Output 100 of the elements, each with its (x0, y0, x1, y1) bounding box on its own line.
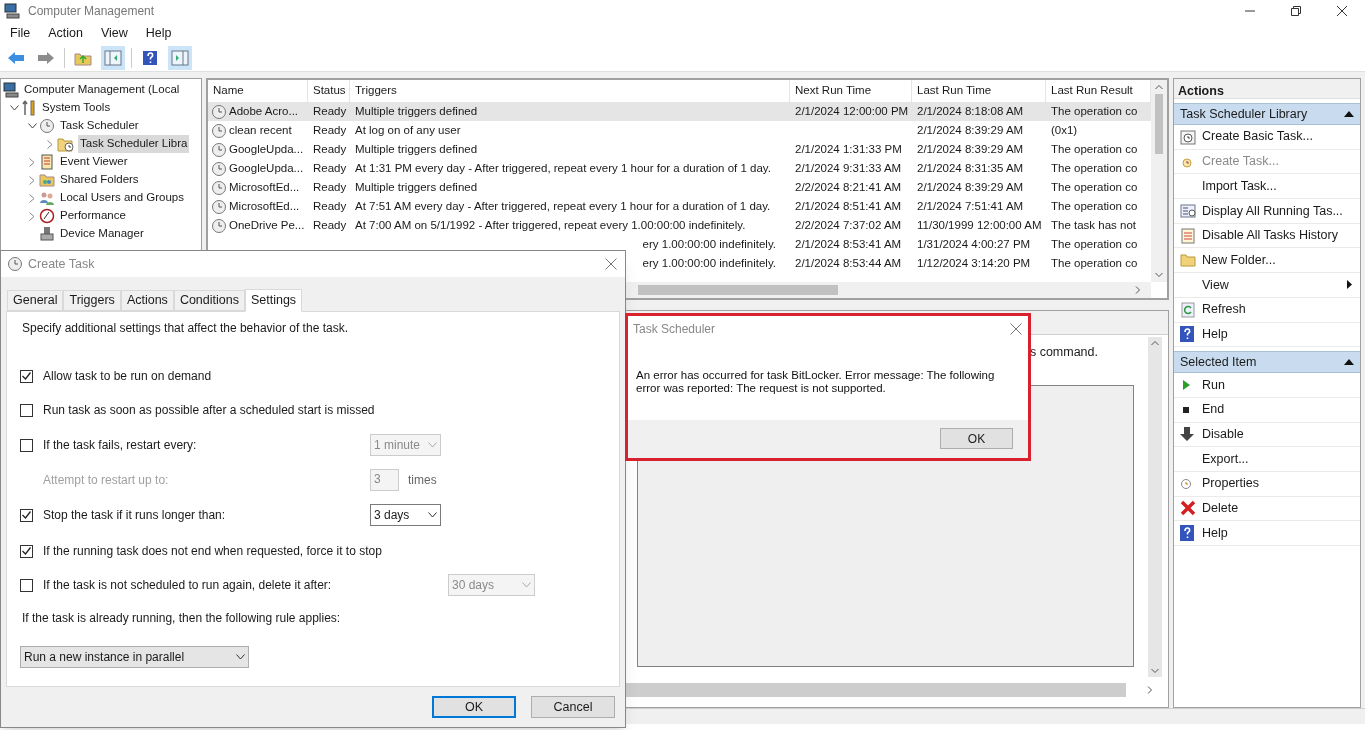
device-icon (39, 226, 55, 242)
scroll-up-icon (1151, 340, 1159, 346)
dialog-button[interactable]: OK (432, 696, 516, 718)
table-cell-text: Ready (313, 198, 347, 214)
table-row[interactable]: Adobe Acro... Ready Multiple triggers defined 2/1/2024 12:00:00 PM 2/1/2024 8:18:08 AM The operation co (208, 102, 1151, 121)
checkbox[interactable] (20, 578, 33, 592)
table-cell-text: 2/2/2024 7:37:02 AM (795, 217, 902, 233)
ok-button[interactable]: OK (940, 428, 1013, 449)
dialog-title: Task Scheduler (633, 321, 716, 338)
tree-item[interactable]: Shared Folders (58, 171, 141, 189)
task-command[interactable]: Help (1174, 521, 1360, 546)
task-command[interactable]: New Folder... (1174, 248, 1360, 274)
table-cell-text: 11/30/1999 12:00:00 AM (917, 217, 1042, 233)
tree-item[interactable]: Event Viewer (58, 153, 130, 171)
column-header[interactable]: Last Run Time (917, 82, 992, 100)
table-cell-text: Ready (313, 141, 347, 157)
table-cell-text: Multiple triggers defined (355, 141, 478, 157)
scroll-down-icon (1155, 272, 1163, 278)
menu-item[interactable]: File (4, 23, 37, 43)
checkbox-label: If the task fails, restart every: (43, 437, 198, 454)
table-cell-text: 2/1/2024 9:31:33 AM (795, 160, 902, 176)
window-title: Computer Management (28, 3, 155, 20)
tree-item[interactable]: System Tools (40, 99, 113, 117)
menu-item[interactable]: Help (139, 23, 178, 43)
info-text: s command. (1029, 344, 1098, 361)
checkbox[interactable] (20, 544, 33, 558)
tree-item[interactable]: Performance (58, 207, 128, 225)
collapsed-chevron-icon[interactable] (29, 193, 35, 203)
task-command[interactable]: Create Basic Task... (1174, 125, 1360, 150)
table-cell-text: (0x1) (1051, 122, 1078, 138)
table-cell-text: 2/1/2024 8:39:29 AM (917, 179, 1024, 195)
toolbar-button[interactable] (101, 45, 125, 70)
collapsed-chevron-icon[interactable] (29, 157, 35, 167)
task-command[interactable]: Display All Running Tas... (1174, 199, 1360, 224)
table-cell-text: OneDrive Pe... (229, 217, 305, 233)
table-cell-text: At 1:31 PM every day - After triggered, repeat every 1 hour for a duration of 1 day. (355, 160, 771, 176)
dropdown[interactable]: Run a new instance in parallel (20, 646, 249, 668)
clock-icon (211, 179, 227, 196)
column-header[interactable]: Triggers (355, 82, 397, 100)
table-cell-text: The task has not (1051, 217, 1137, 233)
expanded-chevron-icon[interactable] (27, 123, 37, 129)
table-cell-text: Adobe Acro... (229, 103, 299, 119)
task-command[interactable]: Help (1174, 322, 1360, 348)
calendar-clock-icon (1180, 128, 1196, 145)
task-command[interactable]: Refresh (1174, 297, 1360, 323)
checkbox[interactable] (20, 438, 33, 452)
task-command[interactable]: Export... (1174, 447, 1360, 472)
checkbox[interactable] (20, 508, 33, 522)
scroll-thumb[interactable] (1155, 94, 1163, 154)
collapsed-chevron-icon[interactable] (29, 175, 35, 185)
vertical-scrollbar[interactable] (1151, 80, 1167, 282)
column-header[interactable]: Name (213, 82, 244, 100)
expanded-chevron-icon[interactable] (9, 105, 19, 111)
pane-toggle-icon (171, 49, 189, 66)
task-command[interactable]: Run (1174, 373, 1360, 398)
menu-item[interactable]: Action (42, 23, 89, 43)
tab[interactable]: General (7, 290, 64, 311)
clock-icon (211, 198, 227, 215)
unit-label: times (408, 472, 437, 489)
dialog-button[interactable]: Cancel (531, 696, 615, 718)
tab[interactable]: Conditions (173, 290, 245, 311)
clock-icon (211, 103, 227, 120)
table-cell-text: The operation co (1051, 141, 1138, 157)
tab[interactable]: Triggers (63, 290, 121, 311)
tree-item[interactable]: Computer Management (Local (22, 81, 182, 99)
menu-item[interactable]: View (94, 23, 134, 43)
collapsed-chevron-icon[interactable] (47, 139, 53, 149)
task-command[interactable]: View (1174, 273, 1360, 298)
tree-item[interactable]: Task Scheduler (58, 117, 141, 135)
table-cell-text: 2/1/2024 8:53:41 AM (795, 236, 902, 252)
table-cell-text: Ready (313, 122, 347, 138)
vertical-scrollbar[interactable] (1148, 337, 1162, 677)
column-header[interactable]: Last Run Result (1051, 82, 1133, 100)
checkbox[interactable] (20, 403, 33, 417)
task-command[interactable]: Delete (1174, 496, 1360, 522)
tree-item[interactable]: Local Users and Groups (58, 189, 186, 207)
task-command[interactable]: Disable All Tasks History (1174, 223, 1360, 249)
column-header[interactable]: Next Run Time (795, 82, 872, 100)
clock-icon (211, 217, 227, 234)
task-command[interactable]: Disable (1174, 422, 1360, 448)
column-header[interactable]: Status (313, 82, 346, 100)
dropdown[interactable]: 3 days (370, 504, 441, 526)
section-header[interactable]: Selected Item (1174, 351, 1360, 374)
tree-item[interactable]: Device Manager (58, 225, 146, 243)
collapsed-chevron-icon[interactable] (29, 211, 35, 221)
tab[interactable]: Actions (120, 290, 174, 311)
checkbox[interactable] (20, 369, 33, 383)
scroll-down-icon (1151, 668, 1159, 674)
toolbar-button[interactable] (168, 45, 192, 70)
computer-icon (4, 3, 20, 19)
section-title: Selected Item (1180, 353, 1257, 371)
task-command[interactable]: Properties (1174, 471, 1360, 497)
instruction-text: If the task is already running, then the following rule applies: (22, 610, 341, 627)
section-header[interactable]: Task Scheduler Library (1174, 103, 1360, 125)
scroll-thumb[interactable] (638, 285, 838, 295)
task-command[interactable]: End (1174, 397, 1360, 423)
tree-item[interactable]: Task Scheduler Libra (78, 135, 190, 153)
task-command[interactable]: Import Task... (1174, 174, 1360, 200)
tab[interactable]: Settings (244, 289, 303, 312)
table-cell-text: Multiple triggers defined (355, 179, 478, 195)
